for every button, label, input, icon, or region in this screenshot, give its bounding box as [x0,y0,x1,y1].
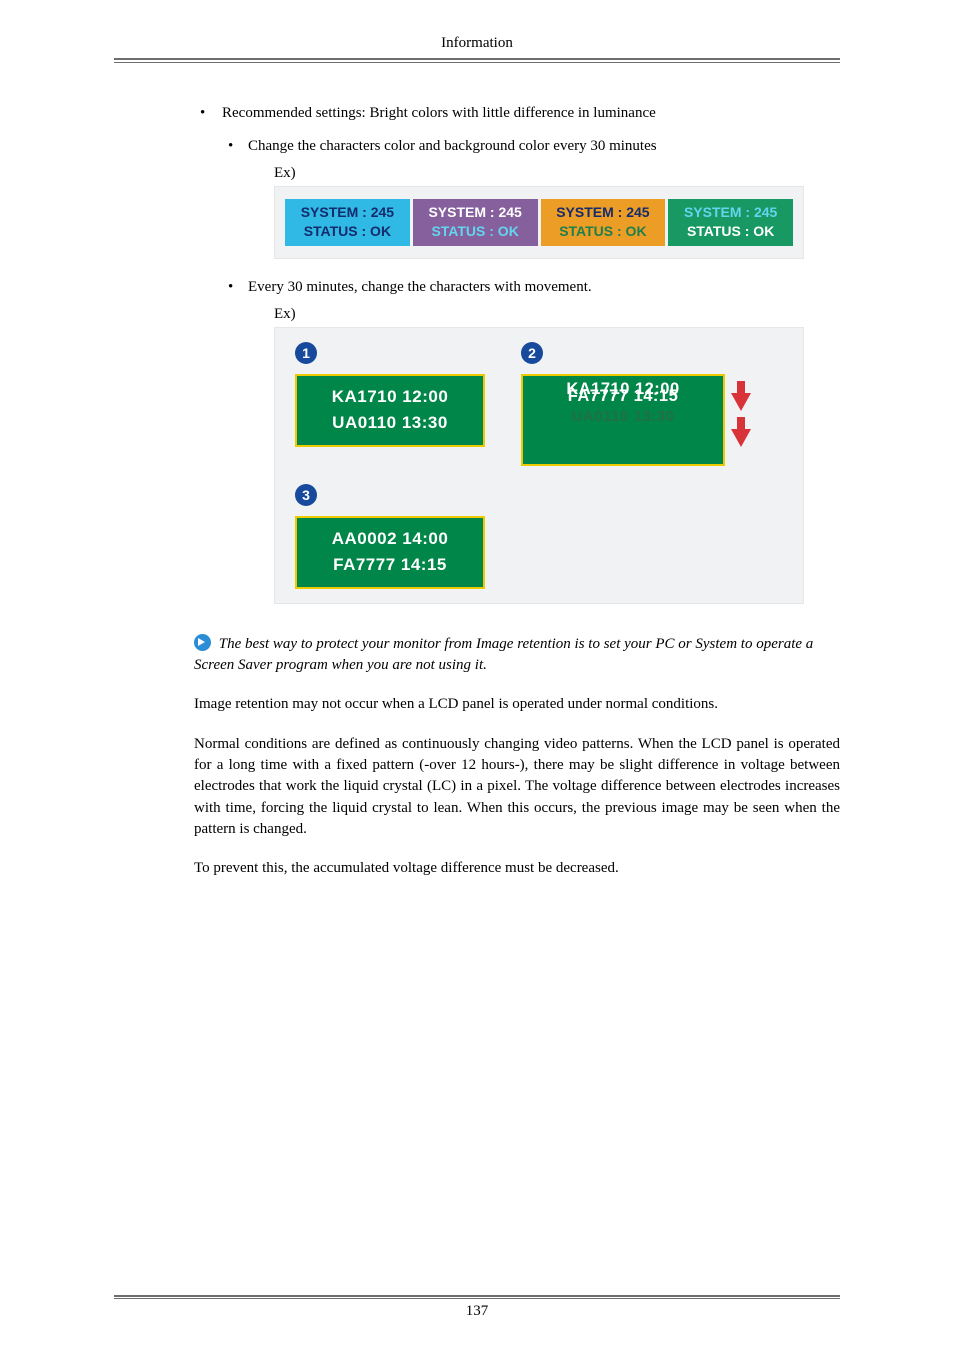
marker-3-icon: 3 [295,484,317,506]
panel-row: FA7777 14:15 [523,385,723,407]
footer-rule [114,1298,840,1299]
page-footer: 137 [114,1295,840,1321]
arrow-down-icon [731,393,751,411]
bullet-recommended-text: Recommended settings: Bright colors with… [222,105,656,121]
note-text: The best way to protect your monitor fro… [194,636,813,673]
tile-line: SYSTEM : 245 [285,203,410,222]
marker-1-icon: 1 [295,342,317,364]
color-tile-green: SYSTEM : 245 STATUS : OK [668,199,793,247]
note-block: The best way to protect your monitor fro… [194,634,840,677]
tile-line: STATUS : OK [541,222,666,241]
bullet-change-colors: Change the characters color and backgrou… [222,138,840,260]
tile-line: STATUS : OK [668,222,793,241]
panel-row: AA0002 14:00 [297,526,483,552]
header-rule [114,62,840,63]
tile-line: STATUS : OK [413,222,538,241]
tile-line: SYSTEM : 245 [413,203,538,222]
bullet-change-colors-text: Change the characters color and backgrou… [248,138,657,154]
note-arrow-icon [194,634,211,651]
arrow-down-icon [731,429,751,447]
footer-rule [114,1295,840,1297]
panel-row: UA0110 13:30 [297,410,483,436]
panel-row-faded: UA0110 13:30 [523,407,723,427]
panel-row: FA7777 14:15 [297,552,483,578]
panel-row: KA1710 12:00 [297,384,483,410]
example1-figure: SYSTEM : 245 STATUS : OK SYSTEM : 245 ST… [274,186,804,260]
body-paragraph: To prevent this, the accumulated voltage… [194,858,840,879]
tile-line: SYSTEM : 245 [668,203,793,222]
bullet-change-movement: Every 30 minutes, change the characters … [222,279,840,604]
color-tile-purple: SYSTEM : 245 STATUS : OK [413,199,538,247]
example2-label: Ex) [274,306,840,323]
marker-2-icon: 2 [521,342,543,364]
display-panel-scrolling: AA0002 14.00 KA1710 12:00 FA7777 14:15 U… [521,374,725,466]
example2-figure: 1 KA1710 12:00 UA0110 13:30 2 [274,327,804,604]
body-paragraph: Image retention may not occur when a LCD… [194,694,840,715]
tile-line: SYSTEM : 245 [541,203,666,222]
color-tile-orange: SYSTEM : 245 STATUS : OK [541,199,666,247]
tile-line: STATUS : OK [285,222,410,241]
page-number: 137 [114,1303,840,1320]
bullet-recommended: Recommended settings: Bright colors with… [194,105,840,604]
display-panel-static-2: AA0002 14:00 FA7777 14:15 [295,516,485,589]
page-header-title: Information [114,35,840,60]
bullet-change-movement-text: Every 30 minutes, change the characters … [248,279,592,295]
display-panel-static: KA1710 12:00 UA0110 13:30 [295,374,485,447]
example1-label: Ex) [274,165,840,182]
body-paragraph: Normal conditions are defined as continu… [194,734,840,840]
color-tile-cyan: SYSTEM : 245 STATUS : OK [285,199,410,247]
